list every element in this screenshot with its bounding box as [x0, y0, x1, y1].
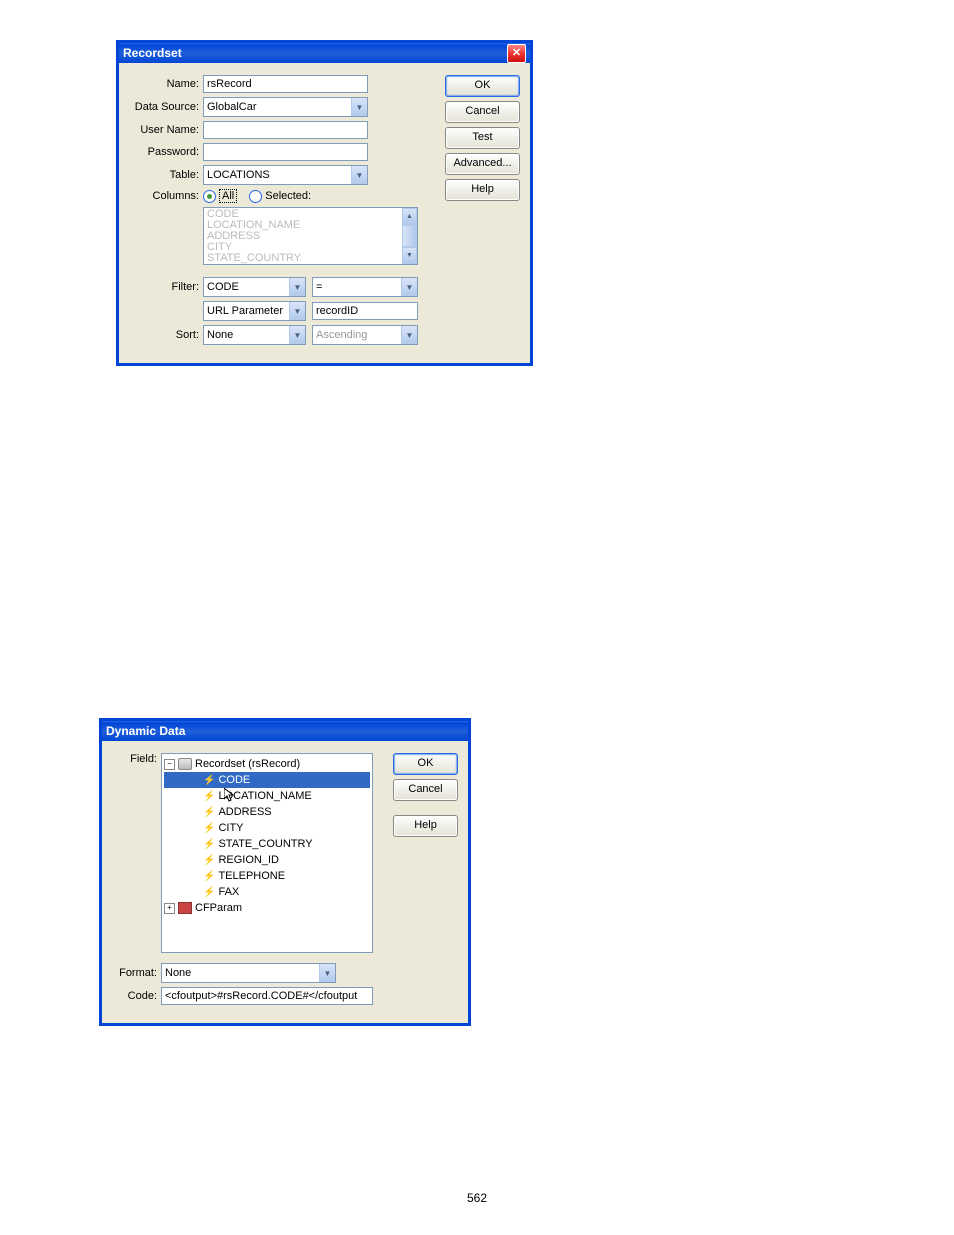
- chevron-down-icon: ▼: [289, 278, 305, 296]
- scrollbar[interactable]: ▲ ▼: [402, 208, 417, 264]
- recordset-titlebar[interactable]: Recordset ✕: [119, 43, 530, 63]
- datasource-label: Data Source:: [129, 101, 203, 113]
- tree-item[interactable]: ⚡ LOCATION_NAME: [164, 788, 370, 804]
- chevron-down-icon: ▼: [351, 98, 367, 116]
- table-select[interactable]: LOCATIONS ▼: [203, 165, 368, 185]
- test-button[interactable]: Test: [445, 127, 520, 149]
- tree-root[interactable]: − Recordset (rsRecord): [164, 756, 370, 772]
- columns-selected-radio[interactable]: [249, 190, 262, 203]
- cancel-button[interactable]: Cancel: [445, 101, 520, 123]
- username-label: User Name:: [129, 124, 203, 136]
- format-label: Format:: [112, 967, 161, 979]
- tree-item[interactable]: ⚡ REGION_ID: [164, 852, 370, 868]
- code-input[interactable]: [161, 987, 373, 1005]
- ok-button[interactable]: OK: [445, 75, 520, 97]
- columns-listbox[interactable]: CODE LOCATION_NAME ADDRESS CITY STATE_CO…: [203, 207, 418, 265]
- username-input[interactable]: [203, 121, 368, 139]
- chevron-down-icon: ▼: [401, 326, 417, 344]
- format-select[interactable]: None ▼: [161, 963, 336, 983]
- tree-item[interactable]: ⚡ ADDRESS: [164, 804, 370, 820]
- tree-item-code[interactable]: ⚡ CODE: [164, 772, 370, 788]
- scroll-up-icon[interactable]: ▲: [402, 208, 417, 225]
- chevron-down-icon: ▼: [319, 964, 335, 982]
- tree-item[interactable]: ⚡ TELEPHONE: [164, 868, 370, 884]
- cancel-button[interactable]: Cancel: [393, 779, 458, 801]
- chevron-down-icon: ▼: [289, 326, 305, 344]
- collapse-icon[interactable]: −: [164, 759, 175, 770]
- help-button[interactable]: Help: [393, 815, 458, 837]
- expand-icon[interactable]: +: [164, 903, 175, 914]
- scroll-thumb[interactable]: [402, 225, 417, 247]
- sort-field-select[interactable]: None ▼: [203, 325, 306, 345]
- datasource-select[interactable]: GlobalCar ▼: [203, 97, 368, 117]
- bolt-icon: ⚡: [203, 807, 215, 818]
- filter-op-select[interactable]: = ▼: [312, 277, 418, 297]
- advanced-button[interactable]: Advanced...: [445, 153, 520, 175]
- filter-ptype-select[interactable]: URL Parameter ▼: [203, 301, 306, 321]
- filter-label: Filter:: [129, 281, 203, 293]
- chevron-down-icon: ▼: [351, 166, 367, 184]
- page-number: 562: [0, 1191, 954, 1205]
- ok-button[interactable]: OK: [393, 753, 458, 775]
- bolt-icon: ⚡: [203, 855, 215, 866]
- recordset-icon: [178, 758, 192, 770]
- recordset-title: Recordset: [123, 43, 182, 63]
- columns-label: Columns:: [129, 190, 203, 202]
- tree-item[interactable]: ⚡ STATE_COUNTRY: [164, 836, 370, 852]
- bolt-icon: ⚡: [203, 887, 215, 898]
- bolt-icon: ⚡: [203, 823, 215, 834]
- code-label: Code:: [112, 990, 161, 1002]
- password-label: Password:: [129, 146, 203, 158]
- password-input[interactable]: [203, 143, 368, 161]
- cfparam-icon: [178, 902, 192, 914]
- bolt-icon: ⚡: [203, 871, 215, 882]
- columns-selected-label: Selected:: [265, 190, 311, 202]
- tree-item[interactable]: ⚡ FAX: [164, 884, 370, 900]
- help-button[interactable]: Help: [445, 179, 520, 201]
- close-icon[interactable]: ✕: [507, 44, 526, 63]
- field-label: Field:: [112, 753, 161, 765]
- name-input[interactable]: [203, 75, 368, 93]
- scroll-down-icon[interactable]: ▼: [402, 247, 417, 264]
- dynamic-title: Dynamic Data: [106, 721, 185, 741]
- columns-all-label: All: [219, 189, 237, 203]
- sort-dir-select: Ascending ▼: [312, 325, 418, 345]
- filter-field-select[interactable]: CODE ▼: [203, 277, 306, 297]
- bolt-icon: ⚡: [203, 775, 215, 786]
- dynamic-data-dialog: Dynamic Data Field: − Recordset (rsRecor…: [99, 718, 471, 1026]
- name-label: Name:: [129, 78, 203, 90]
- list-item: STATE_COUNTRY: [207, 253, 414, 264]
- sort-label: Sort:: [129, 329, 203, 341]
- filter-pval-input[interactable]: [312, 302, 418, 320]
- tree-item[interactable]: ⚡ CITY: [164, 820, 370, 836]
- list-item: ADDRESS: [207, 231, 414, 242]
- columns-all-radio[interactable]: [203, 190, 216, 203]
- recordset-dialog: Recordset ✕ Name: Data Source: GlobalCar…: [116, 40, 533, 366]
- bolt-icon: ⚡: [203, 791, 215, 802]
- chevron-down-icon: ▼: [289, 302, 305, 320]
- chevron-down-icon: ▼: [401, 278, 417, 296]
- field-tree[interactable]: − Recordset (rsRecord) ⚡ CODE ⚡ LOCATION…: [161, 753, 373, 953]
- tree-cfparam[interactable]: + CFParam: [164, 900, 370, 916]
- dynamic-titlebar[interactable]: Dynamic Data: [102, 721, 468, 741]
- bolt-icon: ⚡: [203, 839, 215, 850]
- table-label: Table:: [129, 169, 203, 181]
